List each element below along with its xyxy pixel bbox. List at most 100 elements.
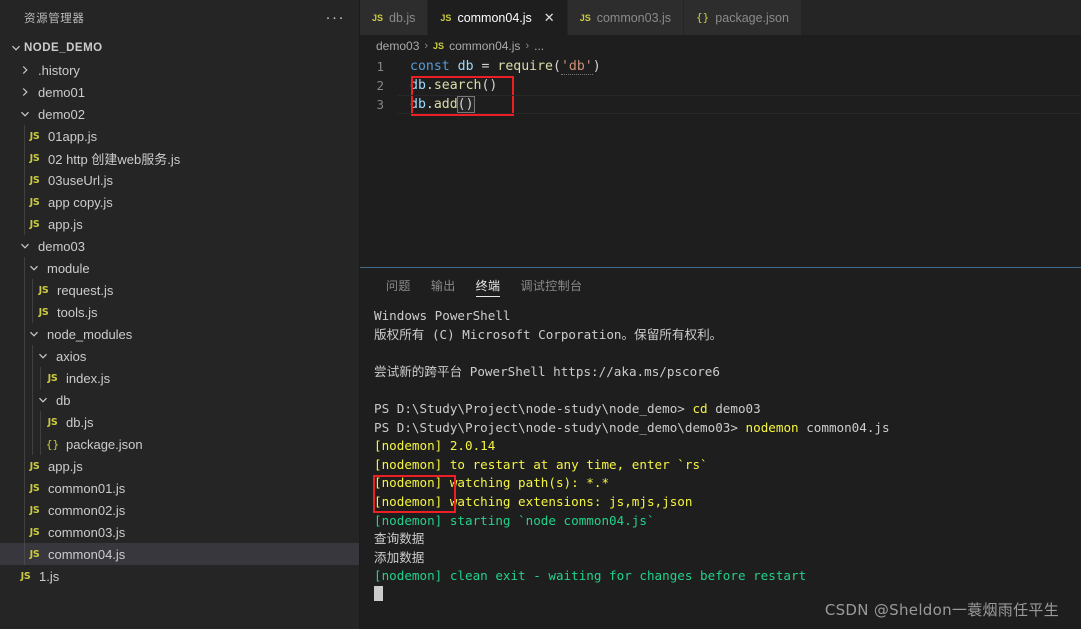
line-number: 1: [376, 59, 384, 74]
tree-item-label: node_modules: [47, 326, 133, 342]
tree-root[interactable]: NODE_DEMO: [0, 37, 359, 59]
chevron-right-icon[interactable]: [17, 87, 33, 97]
editor-tab-label: package.json: [715, 10, 789, 25]
tree-file[interactable]: JS tools.js: [0, 301, 359, 323]
terminal-line: [nodemon] clean exit - waiting for chang…: [374, 568, 807, 584]
tree-item-label: common02.js: [48, 502, 126, 518]
code-token: .: [425, 78, 434, 93]
tree-folder[interactable]: db: [0, 389, 359, 411]
breadcrumb-tail[interactable]: ...: [534, 39, 544, 53]
tree-item-label: common04.js: [48, 546, 126, 562]
chevron-down-icon[interactable]: [8, 43, 24, 53]
tree-folder[interactable]: axios: [0, 345, 359, 367]
terminal-line: 添加数据: [374, 549, 425, 565]
js-file-icon: JS: [433, 41, 445, 51]
js-file-icon: JS: [29, 526, 40, 538]
tree-item-label: app.js: [48, 216, 83, 232]
tree-file[interactable]: JS 03useUrl.js: [0, 169, 359, 191]
file-tree[interactable]: NODE_DEMO .history demo01 demo02 JS 01app.js J…: [0, 35, 359, 629]
terminal-line: [nodemon] watching path(s): *.*: [374, 475, 610, 491]
line-number: 3: [376, 97, 384, 112]
more-actions-icon[interactable]: ···: [326, 10, 346, 25]
tree-folder[interactable]: .history: [0, 59, 359, 81]
chevron-down-icon[interactable]: [35, 351, 51, 361]
tree-folder[interactable]: module: [0, 257, 359, 279]
editor-tab-label: common03.js: [596, 10, 672, 25]
terminal-line: PS D:\Study\Project\node-study\node_demo…: [374, 419, 890, 435]
panel-tab[interactable]: 终端: [466, 268, 511, 303]
panel-tab[interactable]: 输出: [421, 268, 466, 303]
chevron-down-icon[interactable]: [17, 109, 33, 119]
tree-file[interactable]: JS app.js: [0, 455, 359, 477]
chevron-right-icon-2: ›: [525, 40, 530, 52]
js-file-icon: JS: [20, 570, 31, 582]
tree-file[interactable]: JS app copy.js: [0, 191, 359, 213]
tree-folder[interactable]: demo03: [0, 235, 359, 257]
panel-tab[interactable]: 调试控制台: [510, 268, 592, 303]
close-icon[interactable]: ✕: [544, 11, 555, 24]
terminal-line: 版权所有 (C) Microsoft Corporation。保留所有权利。: [374, 326, 723, 342]
tree-item-label: common03.js: [48, 524, 126, 540]
tree-item-label: tools.js: [57, 304, 98, 320]
terminal-line: [nodemon] to restart at any time, enter …: [374, 456, 708, 472]
tree-file[interactable]: JS 01app.js: [0, 125, 359, 147]
breadcrumb-folder[interactable]: demo03: [376, 39, 419, 53]
editor-tab-bar[interactable]: JS db.js JS common04.js ✕ JS common03.js {} pack…: [360, 0, 1081, 35]
js-file-icon: JS: [38, 306, 49, 318]
code-token: (: [552, 59, 561, 74]
tree-folder[interactable]: demo02: [0, 103, 359, 125]
tree-file[interactable]: JS request.js: [0, 279, 359, 301]
chevron-down-icon[interactable]: [35, 395, 51, 405]
tree-file[interactable]: JS 1.js: [0, 565, 359, 587]
terminal-line: 尝试新的跨平台 PowerShell https://aka.ms/pscore…: [374, 363, 720, 379]
vscode-window: 资源管理器 ··· NODE_DEMO .history demo01 demo02 J…: [0, 0, 1081, 629]
js-file-icon: JS: [29, 218, 40, 230]
terminal-output[interactable]: Windows PowerShell 版权所有 (C) Microsoft Cor…: [360, 303, 1081, 629]
chevron-right-icon[interactable]: [17, 65, 33, 75]
tree-folder[interactable]: node_modules: [0, 323, 359, 345]
panel-tab[interactable]: 问题: [376, 268, 421, 303]
code-token: search: [433, 78, 482, 93]
tree-folder[interactable]: demo01: [0, 81, 359, 103]
chevron-down-icon[interactable]: [17, 241, 33, 251]
js-file-icon: JS: [29, 174, 40, 186]
code-editor[interactable]: 1 const db = require('db') 2 db.search() 3 db…: [360, 57, 1081, 267]
tree-file[interactable]: JS 02 http 创建web服务.js: [0, 147, 359, 169]
editor-tab[interactable]: {} package.json: [684, 0, 802, 35]
code-token: db: [457, 59, 474, 74]
js-file-icon: JS: [440, 12, 452, 23]
panel-tab-bar[interactable]: 问题 输出 终端 调试控制台: [360, 268, 1081, 303]
breadcrumb-file[interactable]: common04.js: [449, 39, 520, 53]
tree-file[interactable]: {} package.json: [0, 433, 359, 455]
tree-file[interactable]: JS index.js: [0, 367, 359, 389]
explorer-header: 资源管理器 ···: [0, 0, 359, 35]
tree-item-label: demo02: [38, 106, 85, 122]
tree-file[interactable]: JS app.js: [0, 213, 359, 235]
terminal-line: [nodemon] 2.0.14: [374, 438, 496, 454]
js-file-icon: JS: [29, 130, 40, 142]
code-line: 1 const db = require('db'): [360, 57, 1081, 76]
js-file-icon: JS: [29, 196, 40, 208]
js-file-icon: JS: [47, 372, 58, 384]
tree-file[interactable]: JS common03.js: [0, 521, 359, 543]
tree-item-label: common01.js: [48, 480, 126, 496]
tree-item-label: db: [56, 392, 71, 408]
tree-file[interactable]: JS common04.js: [0, 543, 359, 565]
chevron-down-icon[interactable]: [26, 263, 42, 273]
tree-file[interactable]: JS db.js: [0, 411, 359, 433]
js-file-icon: JS: [372, 12, 384, 23]
breadcrumb[interactable]: demo03 › JS common04.js › ...: [360, 35, 1081, 57]
tree-item-label: index.js: [66, 370, 111, 386]
tree-file[interactable]: JS common01.js: [0, 477, 359, 499]
code-token: ): [592, 59, 601, 74]
js-file-icon: JS: [29, 504, 40, 516]
tree-file[interactable]: JS common02.js: [0, 499, 359, 521]
chevron-down-icon[interactable]: [26, 329, 42, 339]
code-token: add: [433, 97, 458, 112]
editor-tab[interactable]: JS common04.js ✕: [428, 0, 568, 35]
editor-tab[interactable]: JS db.js: [360, 0, 429, 35]
js-file-icon: JS: [29, 548, 40, 560]
editor-tab[interactable]: JS common03.js: [567, 0, 685, 35]
